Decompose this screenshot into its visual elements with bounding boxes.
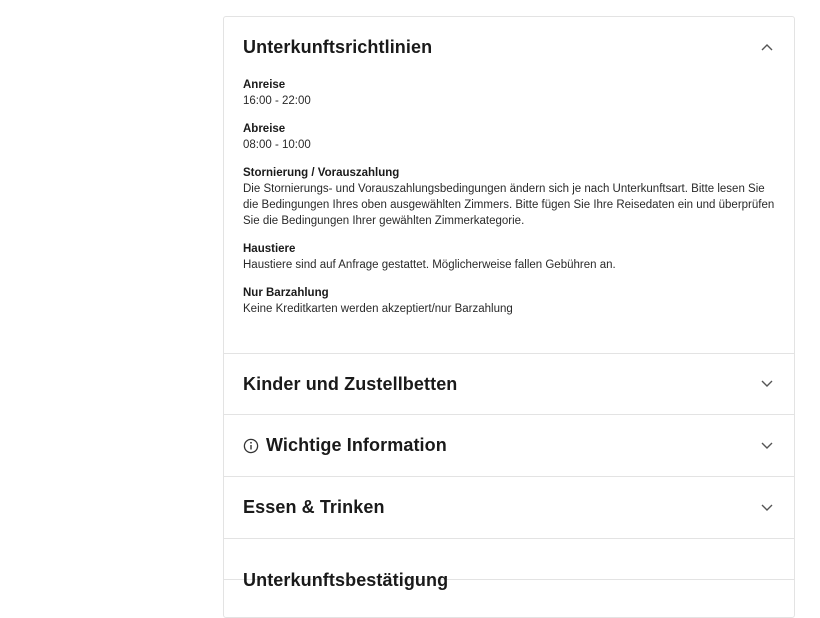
accordion-section-children-beds: Kinder und Zustellbetten [224,354,794,415]
children-beds-header[interactable]: Kinder und Zustellbetten [224,354,794,414]
policy-label: Haustiere [243,243,296,255]
policy-item-pets: Haustiere Haustiere sind auf Anfrage ges… [243,241,775,273]
food-drinks-header[interactable]: Essen & Trinken [224,477,794,538]
chevron-down-icon[interactable] [760,439,774,453]
food-drinks-title: Essen & Trinken [243,497,385,517]
important-info-title: Wichtige Information [266,435,447,455]
policy-item-checkin: Anreise 16:00 - 22:00 [243,77,775,109]
policy-text: 16:00 - 22:00 [243,95,311,107]
chevron-up-icon[interactable] [760,40,774,54]
next-section-title: Unterkunftsbestätigung [243,570,449,590]
chevron-down-icon[interactable] [760,377,774,391]
chevron-down-icon[interactable] [760,501,774,515]
policy-item-cancellation: Stornierung / Vorauszahlung Die Stornier… [243,165,775,229]
policy-item-checkout: Abreise 08:00 - 10:00 [243,121,775,153]
policy-item-cash-only: Nur Barzahlung Keine Kreditkarten werden… [243,285,775,317]
property-policies-body: Anreise 16:00 - 22:00 Abreise 08:00 - 10… [224,77,794,353]
policy-label: Stornierung / Vorauszahlung [243,167,400,179]
policy-label: Abreise [243,123,286,135]
important-info-header[interactable]: Wichtige Information [224,415,794,476]
policy-label: Nur Barzahlung [243,287,329,299]
info-circle-icon [243,438,259,454]
accordion-panel: Unterkunftsrichtlinien Anreise 16:00 - 2… [223,16,795,618]
policy-text: 08:00 - 10:00 [243,139,311,151]
property-policies-header[interactable]: Unterkunftsrichtlinien [224,17,794,77]
policy-label: Anreise [243,79,286,91]
policy-text: Die Stornierungs- und Vorauszahlungsbedi… [243,183,775,227]
children-beds-title: Kinder und Zustellbetten [243,373,458,394]
policy-text: Haustiere sind auf Anfrage gestattet. Mö… [243,259,616,271]
property-policies-title: Unterkunftsrichtlinien [243,36,433,57]
accordion-section-important-info: Wichtige Information [224,415,794,477]
accordion-section-property-policies: Unterkunftsrichtlinien Anreise 16:00 - 2… [224,17,794,354]
next-section-header[interactable]: Unterkunftsbestätigung [224,539,794,590]
accordion-section-food-drinks: Essen & Trinken [224,477,794,539]
policy-text: Keine Kreditkarten werden akzeptiert/nur… [243,303,513,315]
